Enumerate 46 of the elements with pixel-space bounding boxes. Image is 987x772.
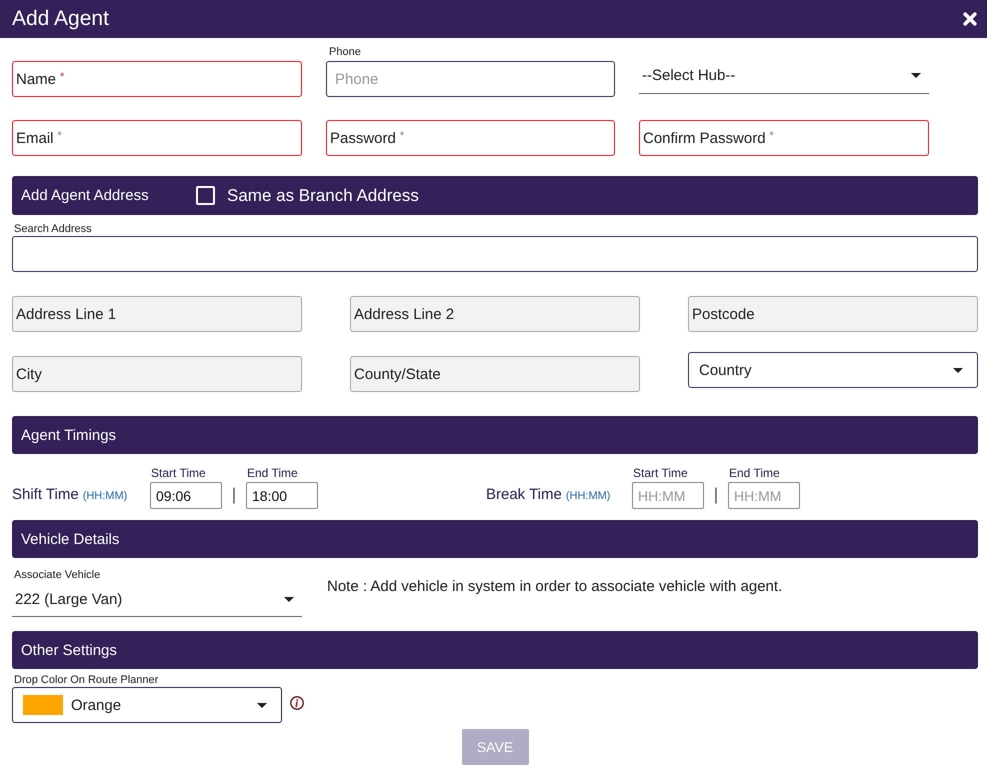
field-label: Phone bbox=[328, 45, 362, 60]
time-input[interactable]: 09:06 bbox=[150, 482, 222, 509]
dropdown-select[interactable]: --Select Hub-- bbox=[639, 58, 929, 94]
required-mark: * bbox=[770, 130, 774, 142]
section-title: Add Agent Address bbox=[21, 187, 150, 204]
input-field[interactable]: Password * bbox=[326, 120, 615, 156]
input-field[interactable]: Confirm Password * bbox=[639, 120, 929, 156]
section-title: Agent Timings bbox=[21, 426, 116, 444]
format-hint: (HH:MM) bbox=[82, 490, 128, 502]
time-row-label: Shift Time bbox=[12, 486, 79, 503]
vehicle-select[interactable]: 222 (Large Van) bbox=[12, 582, 302, 617]
caret-icon bbox=[257, 702, 267, 708]
field-label: Search Address bbox=[13, 222, 93, 236]
required-mark: * bbox=[60, 71, 64, 83]
note-text: Note : Add vehicle in system in order to associate vehicle with agent. bbox=[327, 577, 782, 597]
input-field[interactable]: Name * bbox=[12, 61, 302, 97]
input-field[interactable]: Email * bbox=[12, 120, 302, 156]
dropdown-select[interactable]: Country bbox=[688, 352, 978, 388]
required-mark: * bbox=[400, 130, 404, 142]
time-row-label: Break Time bbox=[486, 486, 562, 503]
color-select[interactable]: Orange bbox=[12, 687, 282, 723]
caret-icon bbox=[911, 73, 921, 78]
search-address-field[interactable] bbox=[12, 236, 978, 272]
checkbox-label[interactable]: Same as Branch Address bbox=[227, 186, 419, 206]
time-input[interactable]: HH:MM bbox=[632, 482, 704, 509]
input-field[interactable]: Phone bbox=[326, 61, 615, 97]
separator: | bbox=[230, 485, 238, 506]
field-label: Start Time bbox=[632, 466, 689, 482]
field-label: End Time bbox=[728, 466, 781, 482]
required-mark: * bbox=[58, 130, 62, 142]
field-label: Start Time bbox=[150, 466, 207, 482]
field-label: Drop Color On Route Planner bbox=[13, 673, 160, 687]
section-title: Other Settings bbox=[21, 642, 117, 658]
separator: | bbox=[712, 485, 720, 506]
time-input[interactable]: 18:00 bbox=[246, 482, 318, 509]
info-icon[interactable] bbox=[290, 696, 304, 710]
field-label: End Time bbox=[246, 466, 299, 482]
format-hint: (HH:MM) bbox=[566, 490, 610, 502]
close-icon[interactable] bbox=[963, 12, 977, 26]
section-title: Vehicle Details bbox=[21, 530, 120, 548]
field-label: Associate Vehicle bbox=[13, 568, 102, 582]
caret-icon bbox=[953, 368, 963, 372]
time-input[interactable]: HH:MM bbox=[728, 482, 800, 509]
dialog-title: Add Agent bbox=[12, 7, 109, 31]
caret-icon bbox=[284, 596, 294, 602]
checkbox[interactable] bbox=[196, 186, 215, 205]
